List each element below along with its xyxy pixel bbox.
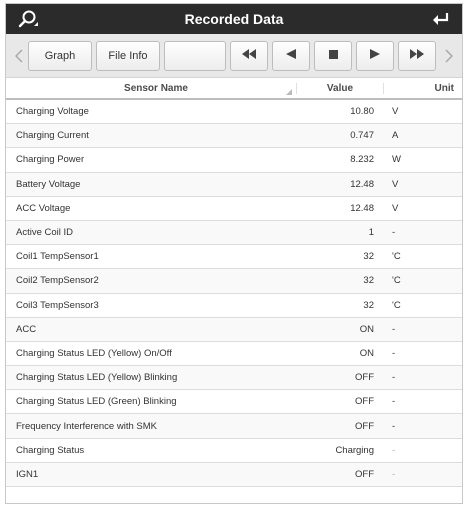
table-row[interactable]: Coil2 TempSensor2 32 'C — [6, 269, 462, 294]
toolbar: Graph File Info — [6, 34, 462, 78]
cell-sensor-name: Charging Status LED (Yellow) Blinking — [16, 372, 178, 384]
scroll-right-chevron-icon[interactable] — [440, 41, 458, 71]
play-icon — [370, 49, 380, 62]
cell-unit: - — [392, 444, 396, 456]
cell-unit: - — [392, 347, 396, 359]
cell-value: 12.48 — [350, 202, 374, 214]
play-button[interactable] — [356, 40, 394, 71]
cell-sensor-name: Active Coil ID — [16, 227, 74, 239]
cell-unit: - — [392, 396, 396, 408]
cell-value: 10.80 — [350, 106, 374, 118]
table-row[interactable]: Frequency Interference with SMK OFF - — [6, 414, 462, 439]
cell-value: ON — [359, 347, 374, 359]
cell-value: OFF — [355, 468, 374, 480]
cell-unit: V — [392, 178, 399, 190]
table-row[interactable]: Charging Power 8.232 W — [6, 148, 462, 173]
cell-value: 12.48 — [350, 178, 374, 190]
header-value[interactable]: Value — [296, 82, 384, 94]
table-row[interactable]: ACC ON - — [6, 317, 462, 342]
fast-rewind-button[interactable] — [230, 40, 268, 71]
table-row[interactable]: Charging Status LED (Yellow) Blinking OF… — [6, 366, 462, 391]
graph-button[interactable]: Graph — [28, 40, 92, 71]
blank-button[interactable] — [164, 40, 226, 71]
cell-sensor-name: Charging Voltage — [16, 106, 89, 118]
file-info-button[interactable]: File Info — [96, 40, 160, 71]
cell-value: ON — [359, 323, 374, 335]
table-header: Sensor Name Value Unit — [6, 78, 462, 100]
cell-sensor-name: Coil3 TempSensor3 — [16, 299, 99, 311]
search-icon[interactable] — [12, 4, 46, 34]
page-title: Recorded Data — [184, 11, 284, 27]
table-row[interactable]: Coil3 TempSensor3 32 'C — [6, 294, 462, 318]
cell-value: OFF — [355, 396, 374, 408]
cell-unit: - — [392, 323, 396, 335]
stop-icon — [328, 49, 338, 62]
fast-forward-icon — [410, 49, 424, 62]
cell-unit: - — [392, 468, 396, 480]
cell-unit: 'C — [392, 275, 401, 287]
cell-sensor-name: Charging Status LED (Yellow) On/Off — [16, 347, 172, 359]
table-row[interactable]: Charging Status LED (Green) Blinking OFF… — [6, 390, 462, 415]
cell-value: OFF — [355, 420, 374, 432]
cell-sensor-name: IGN1 — [16, 468, 39, 480]
cell-sensor-name: Coil1 TempSensor1 — [16, 251, 99, 263]
cell-value: Charging — [335, 444, 374, 456]
stop-button[interactable] — [314, 40, 352, 71]
return-arrow-icon[interactable] — [424, 4, 458, 34]
cell-sensor-name: ACC Voltage — [16, 202, 71, 214]
cell-unit: 'C — [392, 299, 401, 311]
cell-unit: - — [392, 420, 396, 432]
cell-unit: 'C — [392, 251, 401, 263]
scroll-left-chevron-icon[interactable] — [10, 41, 28, 71]
table-row[interactable]: Battery Voltage 12.48 V — [6, 172, 462, 197]
cell-sensor-name: Charging Status LED (Green) Blinking — [16, 396, 177, 408]
cell-sensor-name: Battery Voltage — [16, 178, 81, 190]
header-sensor-name[interactable]: Sensor Name — [6, 83, 296, 95]
column-resize-icon[interactable] — [286, 87, 292, 95]
table-row[interactable]: Coil1 TempSensor1 32 'C — [6, 245, 462, 270]
app-window: Recorded Data Graph File Info Sensor Nam… — [5, 3, 463, 504]
table-body: Charging Voltage 10.80 V Charging Curren… — [6, 100, 462, 487]
cell-value: 8.232 — [350, 154, 374, 166]
table-row[interactable]: Charging Current 0.747 A — [6, 124, 462, 149]
cell-sensor-name: Coil2 TempSensor2 — [16, 275, 99, 287]
cell-sensor-name: Frequency Interference with SMK — [16, 420, 157, 432]
table-row[interactable]: Charging Status LED (Yellow) On/Off ON - — [6, 342, 462, 367]
cell-sensor-name: Charging Current — [16, 130, 89, 142]
cell-unit: W — [392, 154, 401, 166]
table-row[interactable]: IGN1 OFF - — [6, 462, 462, 487]
cell-value: 32 — [363, 275, 374, 287]
table-row[interactable]: ACC Voltage 12.48 V — [6, 197, 462, 221]
cell-unit: A — [392, 130, 399, 142]
cell-value: 0.747 — [350, 130, 374, 142]
cell-value: 32 — [363, 251, 374, 263]
header-unit[interactable]: Unit — [384, 83, 462, 94]
cell-unit: - — [392, 372, 396, 384]
cell-value: 32 — [363, 299, 374, 311]
table-row[interactable]: Active Coil ID 1 - — [6, 220, 462, 246]
cell-unit: V — [392, 202, 399, 214]
cell-sensor-name: ACC — [16, 323, 37, 335]
play-reverse-icon — [286, 49, 296, 62]
table-row[interactable]: Charging Voltage 10.80 V — [6, 100, 462, 125]
cell-sensor-name: Charging Power — [16, 154, 85, 166]
play-reverse-button[interactable] — [272, 40, 310, 71]
cell-unit: V — [392, 106, 399, 118]
fast-forward-button[interactable] — [398, 40, 436, 71]
title-bar: Recorded Data — [6, 4, 462, 34]
cell-sensor-name: Charging Status — [16, 444, 85, 456]
cell-value: 1 — [368, 227, 374, 239]
table-row[interactable]: Charging Status Charging - — [6, 439, 462, 463]
fast-rewind-icon — [242, 49, 256, 62]
cell-value: OFF — [355, 372, 374, 384]
cell-unit: - — [392, 227, 396, 239]
